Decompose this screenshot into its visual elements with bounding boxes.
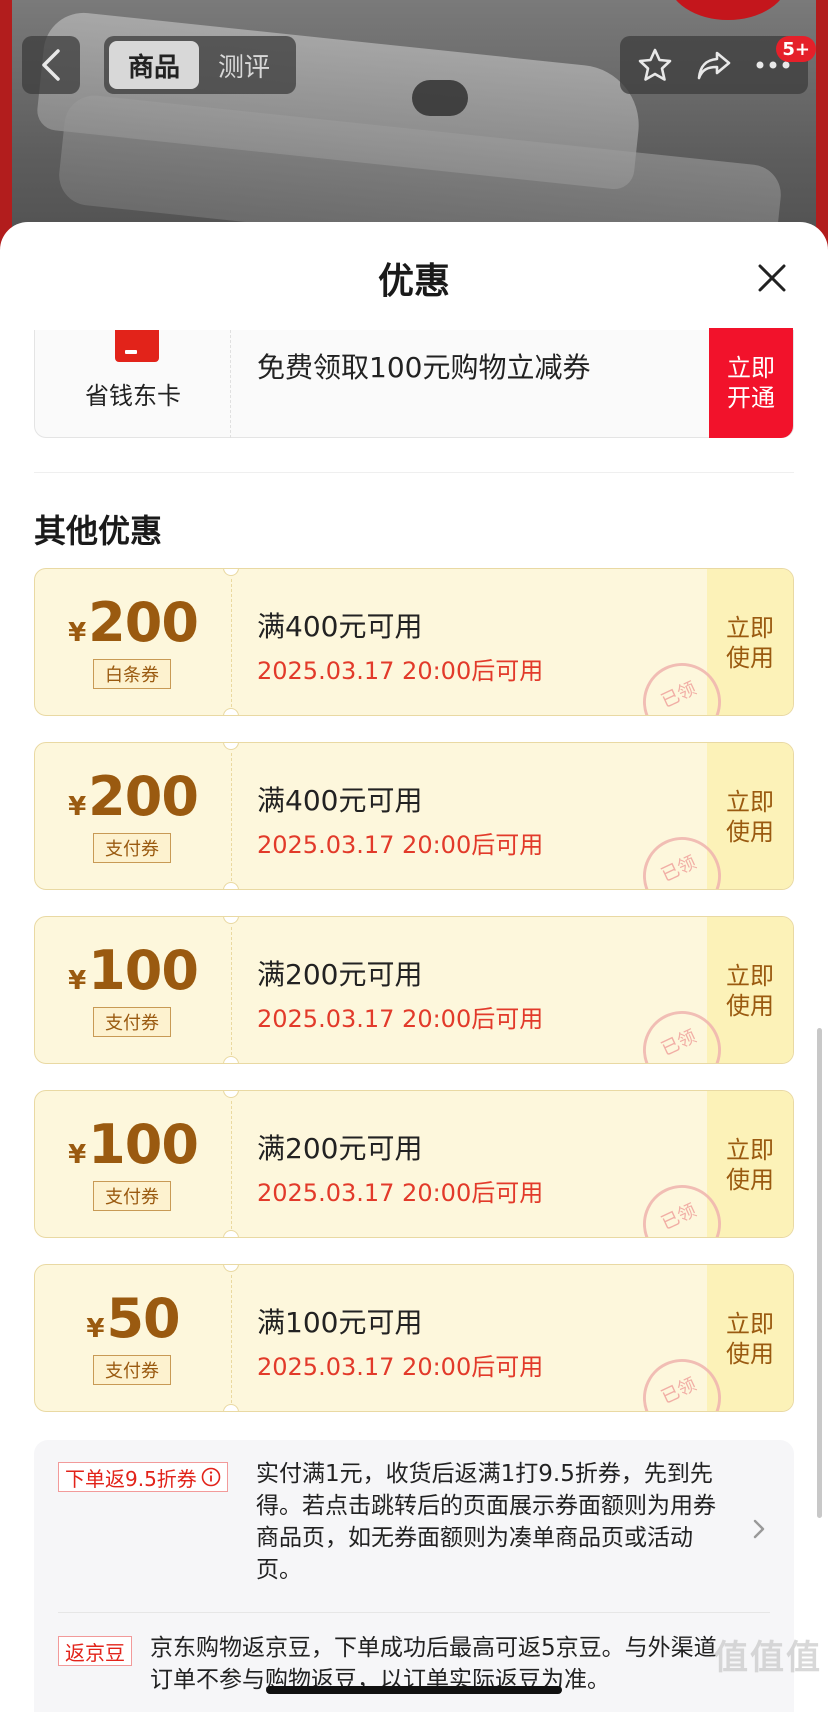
tab-review[interactable]: 测评	[199, 41, 289, 89]
coupon-condition: 满400元可用	[257, 610, 423, 643]
coupon-card: ¥200 白条券 满400元可用 2025.03.17 20:00后可用 立即使…	[34, 568, 794, 716]
rebate-tag-label: 下单返9.5折券	[65, 1466, 197, 1491]
close-icon[interactable]	[752, 258, 792, 298]
red-edge-left	[0, 0, 12, 260]
open-member-button[interactable]: 立即 开通	[709, 328, 793, 438]
coupon-card: ¥100 支付券 满200元可用 2025.03.17 20:00后可用 立即使…	[34, 916, 794, 1064]
beans-tag: 返京豆	[58, 1636, 132, 1666]
info-icon[interactable]	[201, 1467, 221, 1487]
chevron-right-icon[interactable]	[752, 1518, 766, 1540]
rebate-tag: 下单返9.5折券	[58, 1462, 228, 1492]
member-card-label: 省钱东卡	[85, 382, 181, 410]
coupon-type-tag: 支付券	[93, 833, 171, 863]
product-tabs: 商品 测评	[104, 36, 296, 94]
coupon-type-tag: 支付券	[93, 1181, 171, 1211]
coupon-type-tag: 支付券	[93, 1007, 171, 1037]
member-card-text: 免费领取100元购物立减券	[257, 351, 591, 384]
star-icon[interactable]	[637, 47, 673, 83]
coupon-type-tag: 支付券	[93, 1355, 171, 1385]
divider	[34, 472, 794, 473]
section-title: 其他优惠	[34, 512, 163, 550]
chevron-left-icon	[42, 49, 60, 81]
device-display	[412, 80, 468, 116]
amount-value: 100	[88, 1113, 199, 1176]
coupon-amount: ¥200	[35, 591, 231, 654]
use-line1: 立即	[726, 1310, 774, 1338]
coupon-time: 2025.03.17 20:00后可用	[257, 831, 544, 859]
member-card-left: 省钱东卡	[35, 330, 231, 438]
coupon-card: ¥100 支付券 满200元可用 2025.03.17 20:00后可用 立即使…	[34, 1090, 794, 1238]
open-member-line2: 开通	[727, 384, 775, 412]
amount-value: 100	[88, 939, 199, 1002]
currency-symbol: ¥	[68, 618, 87, 648]
coupon-amount: ¥50	[35, 1287, 231, 1350]
use-line1: 立即	[726, 614, 774, 642]
use-line2: 使用	[726, 1340, 774, 1368]
message-badge: 5+	[776, 36, 816, 62]
rebate-info[interactable]: 下单返9.5折券 实付满1元，收货后返满1打9.5折券，先到先得。若点击跳转后的…	[34, 1440, 794, 1712]
member-card-offer: 省钱东卡 免费领取100元购物立减券 立即 开通	[34, 328, 794, 438]
coupon-time: 2025.03.17 20:00后可用	[257, 1179, 544, 1207]
amount-value: 200	[88, 591, 199, 654]
coupon-condition: 满400元可用	[257, 784, 423, 817]
home-indicator[interactable]	[266, 1686, 562, 1694]
red-edge-right	[816, 0, 828, 260]
red-decoration	[668, 0, 788, 20]
coupon-time: 2025.03.17 20:00后可用	[257, 657, 544, 685]
scrollbar[interactable]	[817, 1028, 822, 1518]
use-line1: 立即	[726, 788, 774, 816]
amount-value: 50	[106, 1287, 180, 1350]
coupon-time: 2025.03.17 20:00后可用	[257, 1353, 544, 1381]
coupon-condition: 满200元可用	[257, 958, 423, 991]
rebate-text: 实付满1元，收货后返满1打9.5折券，先到先得。若点击跳转后的页面展示券面额则为…	[256, 1461, 716, 1583]
tab-product[interactable]: 商品	[109, 41, 199, 89]
coupon-condition: 满100元可用	[257, 1306, 423, 1339]
use-line2: 使用	[726, 818, 774, 846]
discount-sheet: 优惠 省钱东卡 免费领取100元购物立减券 立即 开通 其他优惠 ¥200 白条…	[0, 222, 828, 1712]
share-icon[interactable]	[695, 47, 733, 83]
coupon-card: ¥200 支付券 满400元可用 2025.03.17 20:00后可用 立即使…	[34, 742, 794, 890]
card-icon	[115, 330, 159, 362]
coupon-card: ¥50 支付券 满100元可用 2025.03.17 20:00后可用 立即 使用…	[34, 1264, 794, 1412]
use-line1: 立即	[726, 1136, 774, 1164]
watermark: 值值值	[714, 1638, 822, 1678]
use-line2: 使用	[726, 644, 774, 672]
amount-value: 200	[88, 765, 199, 828]
currency-symbol: ¥	[68, 792, 87, 822]
use-line1: 立即	[726, 962, 774, 990]
coupon-condition: 满200元可用	[257, 1132, 423, 1165]
coupon-amount: ¥100	[35, 1113, 231, 1176]
divider	[58, 1612, 770, 1613]
coupon-time: 2025.03.17 20:00后可用	[257, 1005, 544, 1033]
use-line2: 使用	[726, 1166, 774, 1194]
currency-symbol: ¥	[68, 1140, 87, 1170]
sheet-title: 优惠	[377, 261, 450, 302]
use-line2: 使用	[726, 992, 774, 1020]
coupon-amount: ¥200	[35, 765, 231, 828]
coupon-type-tag: 白条券	[93, 659, 171, 689]
back-button[interactable]	[22, 36, 80, 94]
currency-symbol: ¥	[86, 1314, 105, 1344]
open-member-line1: 立即	[727, 354, 775, 382]
coupon-amount: ¥100	[35, 939, 231, 1002]
currency-symbol: ¥	[68, 966, 87, 996]
